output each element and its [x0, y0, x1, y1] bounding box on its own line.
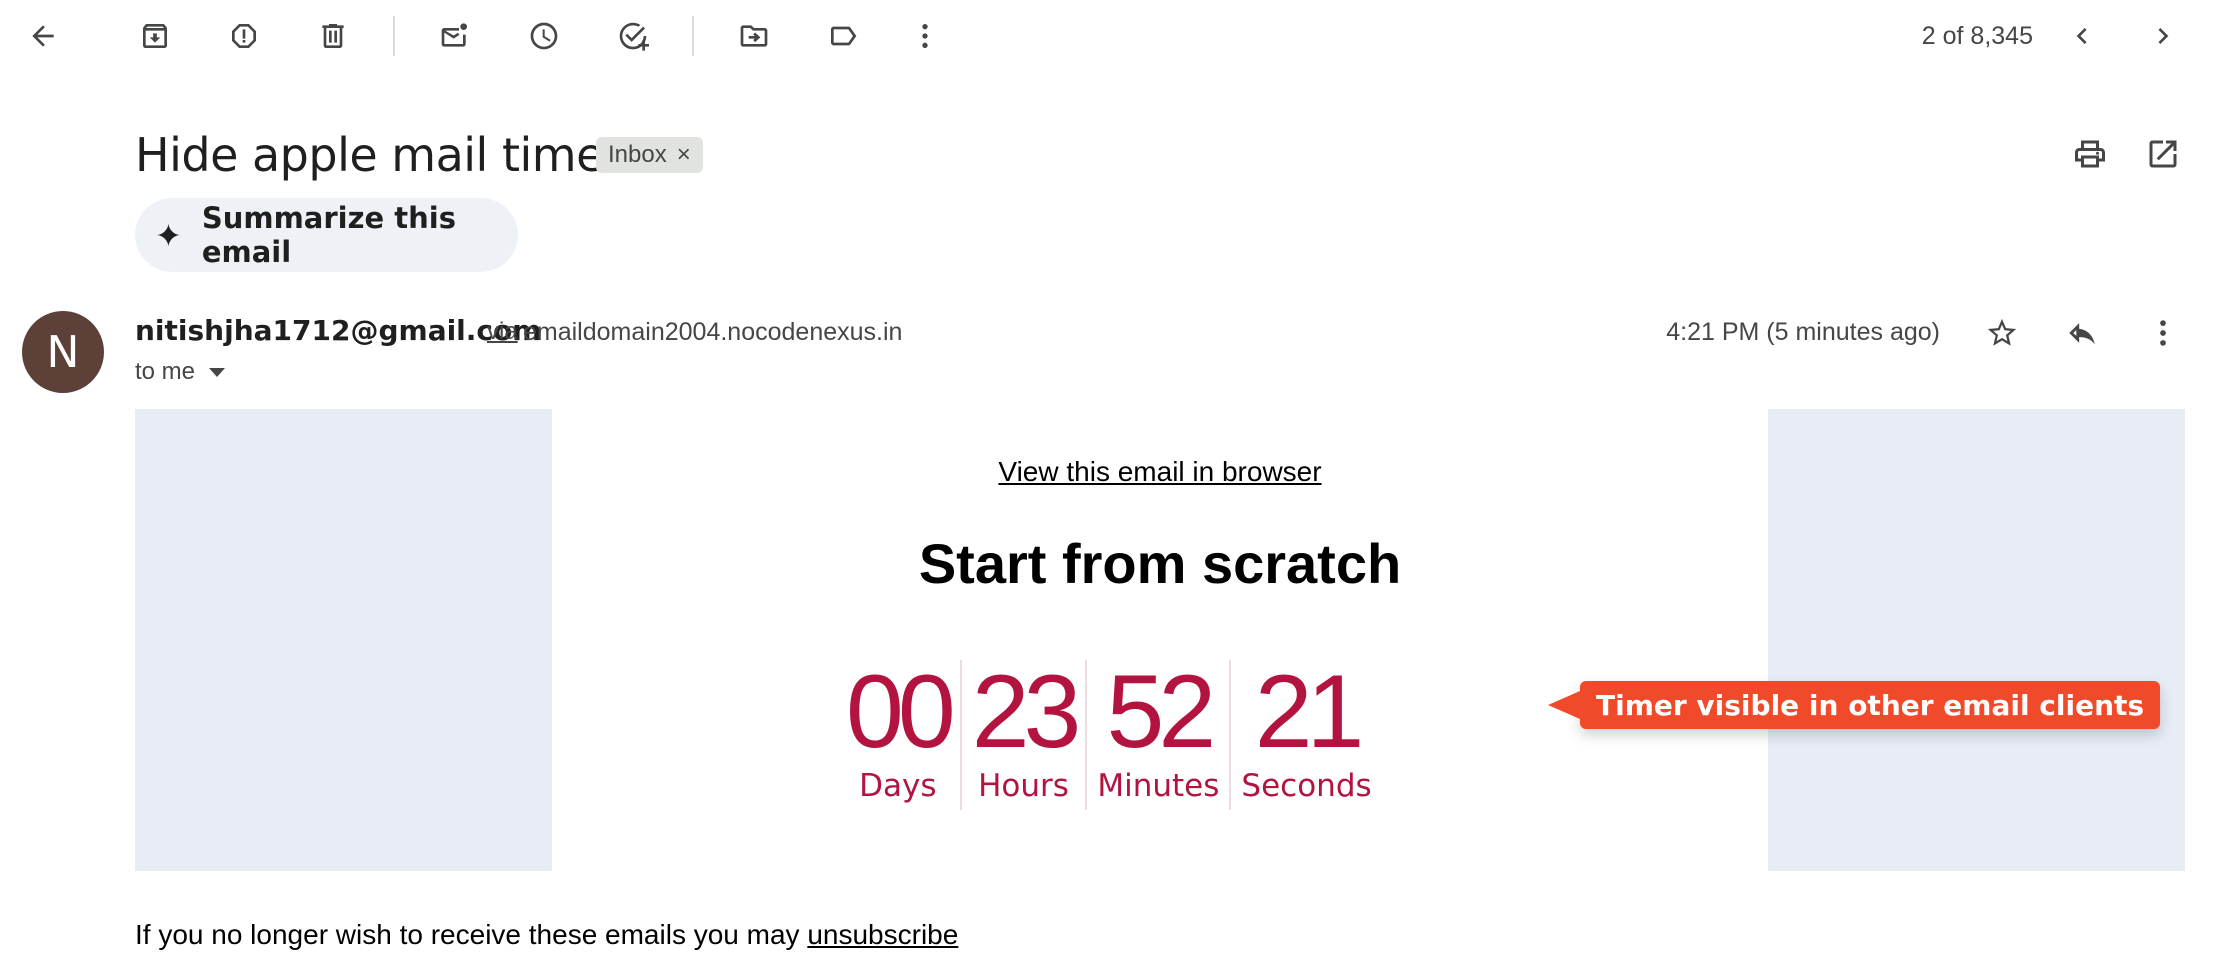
- print-icon: [2075, 140, 2105, 168]
- summarize-email-button[interactable]: Summarize this email: [135, 198, 518, 272]
- timer-seconds: 21 Seconds: [1241, 660, 1371, 810]
- label-button[interactable]: [819, 12, 867, 60]
- sender-address[interactable]: nitishjha1712@gmail.com: [135, 314, 541, 347]
- chevron-right-icon: [2158, 28, 2169, 44]
- star-button[interactable]: [1978, 309, 2026, 357]
- label-icon: [831, 26, 857, 46]
- recipient-text: to me: [135, 358, 196, 385]
- snooze-icon: [530, 22, 558, 50]
- view-in-browser-row: View this email in browser: [60, 456, 2214, 488]
- timer-minutes-label: Minutes: [1097, 768, 1220, 804]
- view-in-browser-link[interactable]: View this email in browser: [998, 456, 1321, 487]
- message-count: 2 of 8,345: [1921, 22, 2033, 50]
- toolbar-divider: [393, 16, 395, 56]
- back-button[interactable]: [19, 12, 67, 60]
- timer-divider: [959, 660, 962, 810]
- summarize-label: Summarize this email: [201, 201, 456, 269]
- label-chip-text: Inbox: [608, 141, 667, 168]
- sender-domain: emaildomain2004.nocodenexus.in: [523, 318, 903, 346]
- toolbar-divider: [692, 16, 694, 56]
- countdown-timer: 00 Days 23 Hours 52 Minutes 21 Seconds: [846, 660, 1372, 810]
- open-in-new-icon: [2149, 140, 2177, 168]
- email-timestamp: 4:21 PM (5 minutes ago): [1666, 318, 1940, 346]
- caret-down-icon: [209, 367, 226, 377]
- timer-hours: 23 Hours: [971, 654, 1082, 810]
- move-to-button[interactable]: [730, 12, 778, 60]
- recipient-details-toggle[interactable]: to me: [135, 358, 226, 386]
- unsubscribe-link[interactable]: unsubscribe: [807, 919, 958, 950]
- message-more-button[interactable]: [2139, 309, 2187, 357]
- more-vert-icon: [2160, 320, 2166, 346]
- snooze-button[interactable]: [520, 12, 568, 60]
- add-task-button[interactable]: [609, 12, 657, 60]
- sender-avatar[interactable]: N: [22, 311, 104, 393]
- delete-button[interactable]: [309, 12, 357, 60]
- timer-minutes-value: 52: [1106, 654, 1217, 770]
- report-spam-icon: [232, 24, 256, 48]
- email-headline: Start from scratch: [918, 532, 1402, 595]
- add-task-icon: [619, 22, 649, 51]
- remove-label-icon[interactable]: ×: [677, 141, 691, 169]
- via-link[interactable]: via: [487, 318, 518, 346]
- back-icon: [32, 25, 54, 47]
- archive-button[interactable]: [131, 12, 179, 60]
- move-to-icon: [740, 25, 768, 47]
- timer-seconds-value: 21: [1254, 654, 1365, 770]
- email-subject: Hide apple mail timers: [135, 128, 646, 182]
- older-button[interactable]: [2139, 12, 2187, 60]
- reply-button[interactable]: [2058, 309, 2106, 357]
- reply-icon: [2069, 323, 2095, 345]
- print-all-button[interactable]: [2066, 130, 2114, 178]
- mark-unread-icon: [441, 23, 467, 47]
- chevron-left-icon: [2076, 28, 2087, 44]
- timer-days-value: 00: [846, 654, 956, 770]
- timer-hours-value: 23: [971, 654, 1082, 770]
- open-new-window-button[interactable]: [2139, 130, 2187, 178]
- report-spam-button[interactable]: [220, 12, 268, 60]
- timer-divider: [1229, 660, 1232, 810]
- unsubscribe-footer: If you no longer wish to receive these e…: [135, 919, 958, 951]
- archive-icon: [143, 24, 167, 48]
- star-icon: [1987, 318, 2017, 346]
- timer-minutes: 52 Minutes: [1097, 660, 1219, 810]
- timer-days-label: Days: [859, 768, 937, 804]
- newer-button[interactable]: [2058, 12, 2106, 60]
- mark-unread-button[interactable]: [431, 12, 479, 60]
- unsubscribe-text: If you no longer wish to receive these e…: [135, 919, 808, 950]
- more-vert-icon: [922, 24, 928, 48]
- sparkle-icon: [157, 223, 180, 247]
- delete-icon: [322, 24, 344, 48]
- timer-divider: [1085, 660, 1088, 810]
- timer-hours-label: Hours: [978, 768, 1069, 804]
- inbox-label-chip[interactable]: Inbox ×: [596, 137, 703, 173]
- timer-callout: Timer visible in other email clients: [1547, 681, 2161, 729]
- toolbar: 2 of 8,345: [0, 0, 2214, 72]
- timer-days: 00 Days: [846, 654, 956, 810]
- more-options-button[interactable]: [901, 12, 949, 60]
- timer-seconds-label: Seconds: [1241, 768, 1372, 804]
